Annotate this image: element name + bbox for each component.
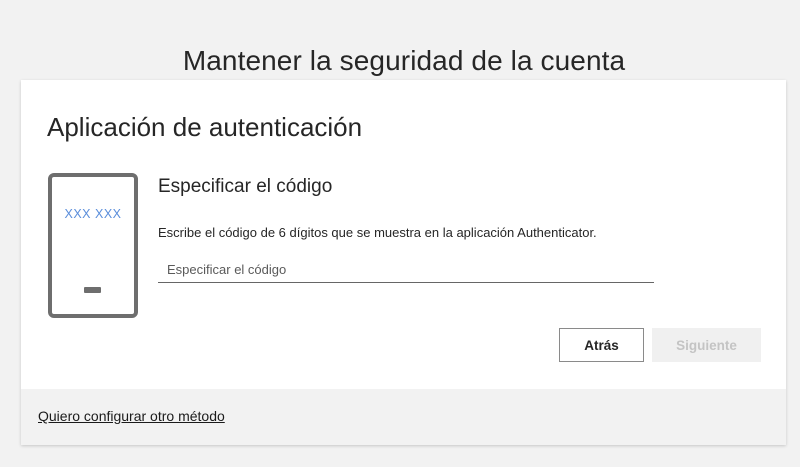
next-button[interactable]: Siguiente: [652, 328, 761, 362]
phone-code-placeholder: XXX XXX: [64, 207, 122, 221]
phone-icon: XXX XXX: [48, 173, 138, 318]
page-title: Mantener la seguridad de la cuenta: [182, 44, 626, 76]
authenticator-setup-card: Aplicación de autenticación XXX XXX Espe…: [21, 80, 786, 445]
code-input[interactable]: [158, 256, 654, 283]
enter-code-heading: Especificar el código: [158, 176, 333, 197]
other-method-link[interactable]: Quiero configurar otro método: [38, 408, 225, 424]
card-footer: Quiero configurar otro método: [21, 389, 786, 445]
back-button[interactable]: Atrás: [559, 328, 644, 362]
card-heading: Aplicación de autenticación: [47, 112, 363, 142]
instructions-text: Escribe el código de 6 dígitos que se mu…: [158, 225, 597, 240]
phone-home-button: [84, 287, 101, 293]
